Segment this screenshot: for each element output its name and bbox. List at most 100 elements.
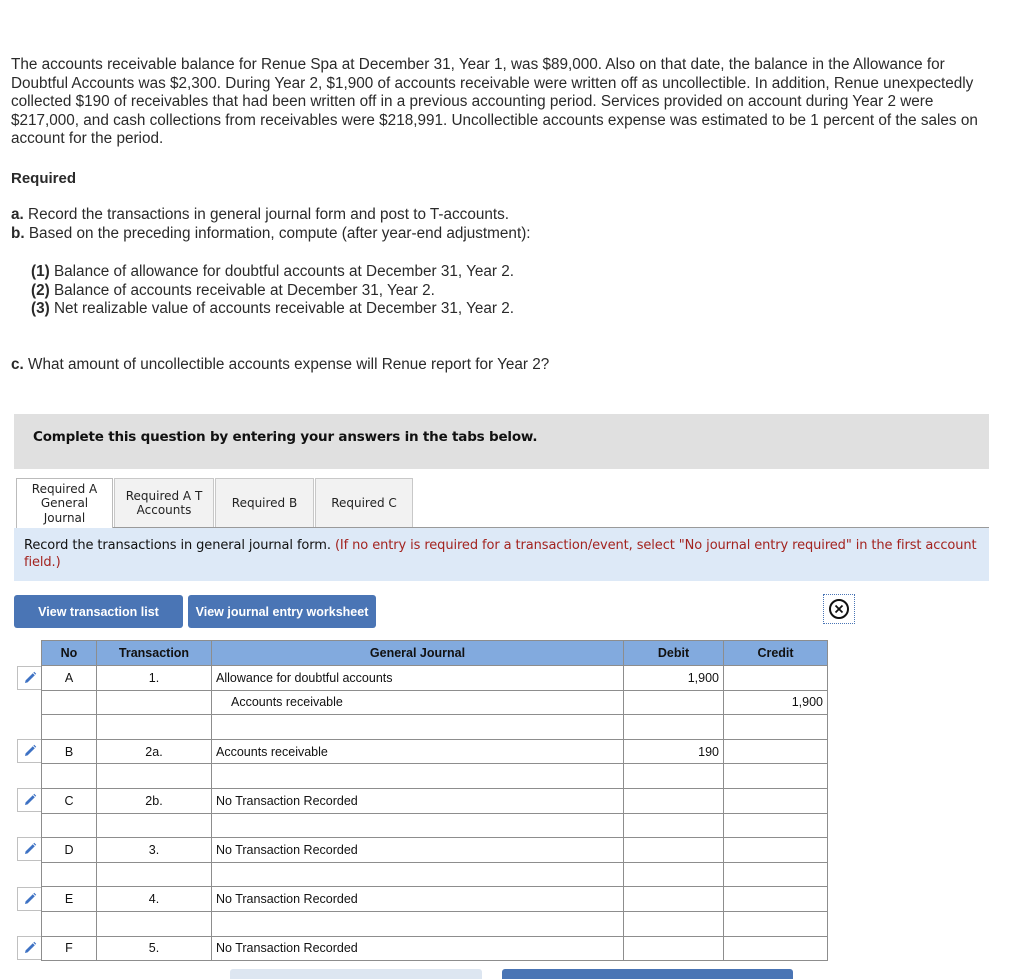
cell-account — [211, 861, 624, 888]
next-button[interactable] — [502, 969, 793, 979]
cell-no — [41, 812, 97, 839]
cell-account: No Transaction Recorded — [211, 935, 624, 962]
cell-credit — [723, 935, 828, 962]
cell-no: D — [41, 837, 97, 863]
view-journal-entry-worksheet-button[interactable]: View journal entry worksheet — [188, 595, 376, 628]
table-row: C 2b. No Transaction Recorded — [41, 787, 828, 814]
pencil-icon — [25, 892, 37, 904]
cell-credit — [723, 812, 828, 839]
table-row — [41, 861, 828, 888]
cell-credit — [723, 886, 828, 912]
tab-required-b[interactable]: Required B — [215, 478, 314, 527]
cell-debit — [623, 886, 724, 912]
tab-required-a-general-journal[interactable]: Required A General Journal — [16, 478, 113, 528]
tab-required-a-t-accounts[interactable]: Required A T Accounts — [114, 478, 214, 527]
required-a: a. Record the transactions in general jo… — [11, 206, 510, 223]
cell-debit: 1,900 — [623, 665, 724, 691]
cell-account — [211, 763, 624, 789]
edit-entry-button[interactable] — [17, 935, 42, 960]
required-b: b. Based on the preceding information, c… — [11, 224, 531, 242]
required-c: c. What amount of uncollectible accounts… — [11, 356, 550, 373]
problem-statement: The accounts receivable balance for Renu… — [11, 56, 1001, 149]
cell-no — [41, 861, 97, 888]
cell-credit — [723, 837, 828, 863]
cell-transaction: 1. — [96, 665, 212, 691]
cell-credit — [723, 738, 828, 765]
cell-debit — [623, 910, 724, 937]
cell-no — [41, 763, 97, 789]
instruction-text: Complete this question by entering your … — [33, 429, 538, 445]
cell-account: No Transaction Recorded — [211, 837, 624, 863]
cell-account — [211, 910, 624, 937]
panel-message: Record the transactions in general journ… — [24, 538, 977, 570]
table-row — [41, 763, 828, 789]
table-row: F 5. No Transaction Recorded — [41, 935, 828, 962]
cell-no: C — [41, 787, 97, 814]
cell-debit — [623, 763, 724, 789]
cell-account: No Transaction Recorded — [211, 886, 624, 912]
required-heading: Required — [11, 170, 77, 187]
cell-transaction — [96, 714, 212, 740]
cell-no — [41, 910, 97, 937]
cell-account: Allowance for doubtful accounts — [211, 665, 624, 691]
edit-entry-button[interactable] — [17, 739, 42, 764]
general-journal-table: No Transaction General Journal Debit Cre… — [41, 640, 828, 962]
header-credit: Credit — [723, 640, 828, 666]
edit-entry-button[interactable] — [17, 837, 42, 862]
table-row: D 3. No Transaction Recorded — [41, 837, 828, 863]
header-general-journal: General Journal — [211, 640, 624, 666]
cell-debit — [623, 935, 724, 962]
edit-entry-button[interactable] — [17, 665, 42, 690]
table-row: E 4. No Transaction Recorded — [41, 886, 828, 912]
cell-transaction — [96, 861, 212, 888]
edit-entry-button[interactable] — [17, 886, 42, 911]
required-b-item-2: (2) Balance of accounts receivable at De… — [31, 281, 435, 299]
close-button[interactable] — [823, 594, 855, 624]
cell-credit — [723, 861, 828, 888]
cell-transaction: 4. — [96, 886, 212, 912]
header-transaction: Transaction — [96, 640, 212, 666]
pencil-icon — [25, 843, 37, 855]
pencil-icon — [25, 671, 37, 683]
table-row: B 2a. Accounts receivable 190 — [41, 738, 828, 765]
pencil-icon — [25, 941, 37, 953]
cell-account — [211, 714, 624, 740]
cell-no: B — [41, 738, 97, 765]
cell-debit — [623, 812, 724, 839]
tab-panel-instructions: Record the transactions in general journ… — [14, 528, 989, 581]
cell-no: A — [41, 665, 97, 691]
journal-body: A 1. Allowance for doubtful accounts 1,900 A… — [41, 665, 828, 962]
pencil-icon — [25, 745, 37, 757]
cell-account — [211, 812, 624, 839]
required-b-item-3: (3) Net realizable value of accounts rec… — [31, 300, 514, 318]
cell-credit — [723, 787, 828, 814]
required-list: a. Record the transactions in general jo… — [11, 206, 531, 243]
cell-debit — [623, 714, 724, 740]
cell-debit — [623, 837, 724, 863]
cell-credit — [723, 665, 828, 691]
tab-bar: Required A General Journal Required A T … — [16, 478, 414, 528]
cell-debit — [623, 861, 724, 888]
cell-transaction: 2a. — [96, 738, 212, 765]
cell-no: E — [41, 886, 97, 912]
previous-button[interactable] — [230, 969, 482, 979]
cell-transaction — [96, 763, 212, 789]
header-no: No — [41, 640, 97, 666]
cell-no — [41, 689, 97, 716]
cell-credit — [723, 763, 828, 789]
required-b-item-1: (1) Balance of allowance for doubtful ac… — [31, 263, 515, 280]
instruction-banner: Complete this question by entering your … — [14, 414, 989, 469]
pencil-icon — [25, 794, 37, 806]
cell-account: Accounts receivable — [211, 689, 624, 716]
cell-credit: 1,900 — [723, 689, 828, 716]
tab-required-c[interactable]: Required C — [315, 478, 413, 527]
cell-transaction: 2b. — [96, 787, 212, 814]
view-transaction-list-button[interactable]: View transaction list — [14, 595, 183, 628]
edit-entry-button[interactable] — [17, 788, 42, 813]
close-circle-icon — [829, 599, 849, 619]
cell-account: No Transaction Recorded — [211, 787, 624, 814]
cell-debit: 190 — [623, 738, 724, 765]
cell-no: F — [41, 935, 97, 962]
cell-debit — [623, 689, 724, 716]
problem-text: The accounts receivable balance for Renu… — [11, 56, 978, 148]
